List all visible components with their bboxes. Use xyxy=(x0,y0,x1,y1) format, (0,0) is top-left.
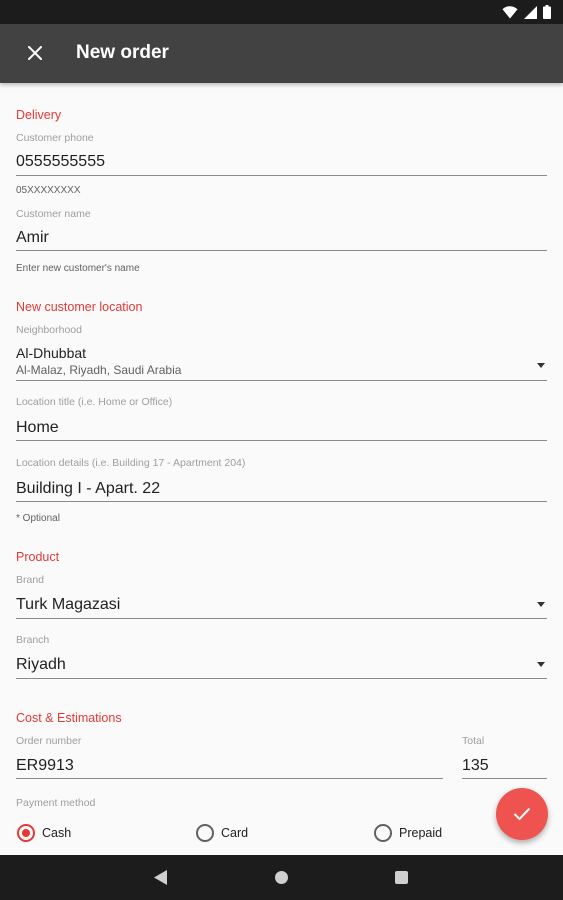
customer-phone-input[interactable]: 0555555555 xyxy=(16,153,105,171)
neighborhood-dropdown[interactable]: Al-Dhubbat Al-Malaz, Riyadh, Saudi Arabi… xyxy=(0,341,563,381)
payment-option-card[interactable]: Card xyxy=(195,822,265,844)
order-number-label: Order number xyxy=(16,735,82,747)
nav-recent-icon[interactable] xyxy=(395,871,408,884)
section-title-cost: Cost & Estimations xyxy=(16,711,122,725)
customer-phone-label: Customer phone xyxy=(16,132,94,144)
customer-phone-underline xyxy=(16,175,547,176)
brand-label: Brand xyxy=(16,574,45,586)
chevron-down-icon xyxy=(537,662,545,667)
location-details-label: Location details (i.e. Building 17 - Apa… xyxy=(16,457,246,469)
branch-label: Branch xyxy=(16,634,50,646)
location-title-underline xyxy=(16,440,547,441)
total-underline xyxy=(462,778,547,779)
chevron-down-icon xyxy=(537,602,545,607)
customer-name-input[interactable]: Amir xyxy=(16,229,49,247)
location-details-input[interactable]: Building I - Apart. 22 xyxy=(16,480,160,498)
location-title-input[interactable]: Home xyxy=(16,419,59,437)
neighborhood-subtitle: Al-Malaz, Riyadh, Saudi Arabia xyxy=(16,363,182,377)
payment-option-prepaid[interactable]: Prepaid xyxy=(373,822,453,844)
navigation-bar xyxy=(0,855,563,900)
check-icon xyxy=(513,807,531,821)
wifi-icon xyxy=(502,5,518,18)
nav-back-icon[interactable] xyxy=(154,870,167,885)
confirm-order-button[interactable] xyxy=(496,788,548,840)
chevron-down-icon xyxy=(537,363,545,368)
section-title-product: Product xyxy=(16,550,60,564)
page-title: New order xyxy=(76,42,169,63)
customer-phone-helper: 05XXXXXXXX xyxy=(16,185,81,196)
neighborhood-underline xyxy=(16,380,547,381)
customer-name-helper: Enter new customer's name xyxy=(16,263,140,274)
order-form: Delivery Customer phone 0555555555 05XXX… xyxy=(0,83,563,855)
neighborhood-value: Al-Dhubbat xyxy=(16,345,87,361)
signal-icon xyxy=(524,5,537,19)
location-details-underline xyxy=(16,501,547,502)
radio-cash[interactable] xyxy=(17,824,35,842)
payment-option-label: Card xyxy=(221,826,249,840)
nav-home-icon[interactable] xyxy=(275,871,288,884)
location-title-label: Location title (i.e. Home or Office) xyxy=(16,396,173,408)
payment-option-cash[interactable]: Cash xyxy=(16,822,86,844)
section-title-location: New customer location xyxy=(16,300,143,314)
section-title-delivery: Delivery xyxy=(16,108,62,122)
app-bar: New order xyxy=(0,24,563,83)
radio-prepaid[interactable] xyxy=(374,824,392,842)
payment-option-label: Cash xyxy=(42,826,72,840)
order-number-input[interactable]: ER9913 xyxy=(16,757,74,775)
total-label: Total xyxy=(462,735,485,747)
status-icons xyxy=(502,5,551,19)
close-button[interactable] xyxy=(20,38,50,68)
branch-value: Riyadh xyxy=(16,656,66,673)
total-input[interactable]: 135 xyxy=(462,757,489,775)
customer-name-underline xyxy=(16,250,547,251)
brand-dropdown[interactable]: Turk Magazasi xyxy=(0,591,563,618)
neighborhood-label: Neighborhood xyxy=(16,324,82,336)
status-bar xyxy=(0,0,563,24)
brand-underline xyxy=(16,618,547,619)
payment-method-label: Payment method xyxy=(16,797,96,809)
customer-name-label: Customer name xyxy=(16,208,91,220)
order-number-underline xyxy=(16,778,443,779)
brand-value: Turk Magazasi xyxy=(16,596,121,613)
branch-underline xyxy=(16,678,547,679)
close-icon xyxy=(28,46,42,60)
branch-dropdown[interactable]: Riyadh xyxy=(0,651,563,678)
payment-option-label: Prepaid xyxy=(399,826,443,840)
radio-card[interactable] xyxy=(196,824,214,842)
location-details-helper: * Optional xyxy=(16,513,60,524)
battery-icon xyxy=(543,5,551,19)
